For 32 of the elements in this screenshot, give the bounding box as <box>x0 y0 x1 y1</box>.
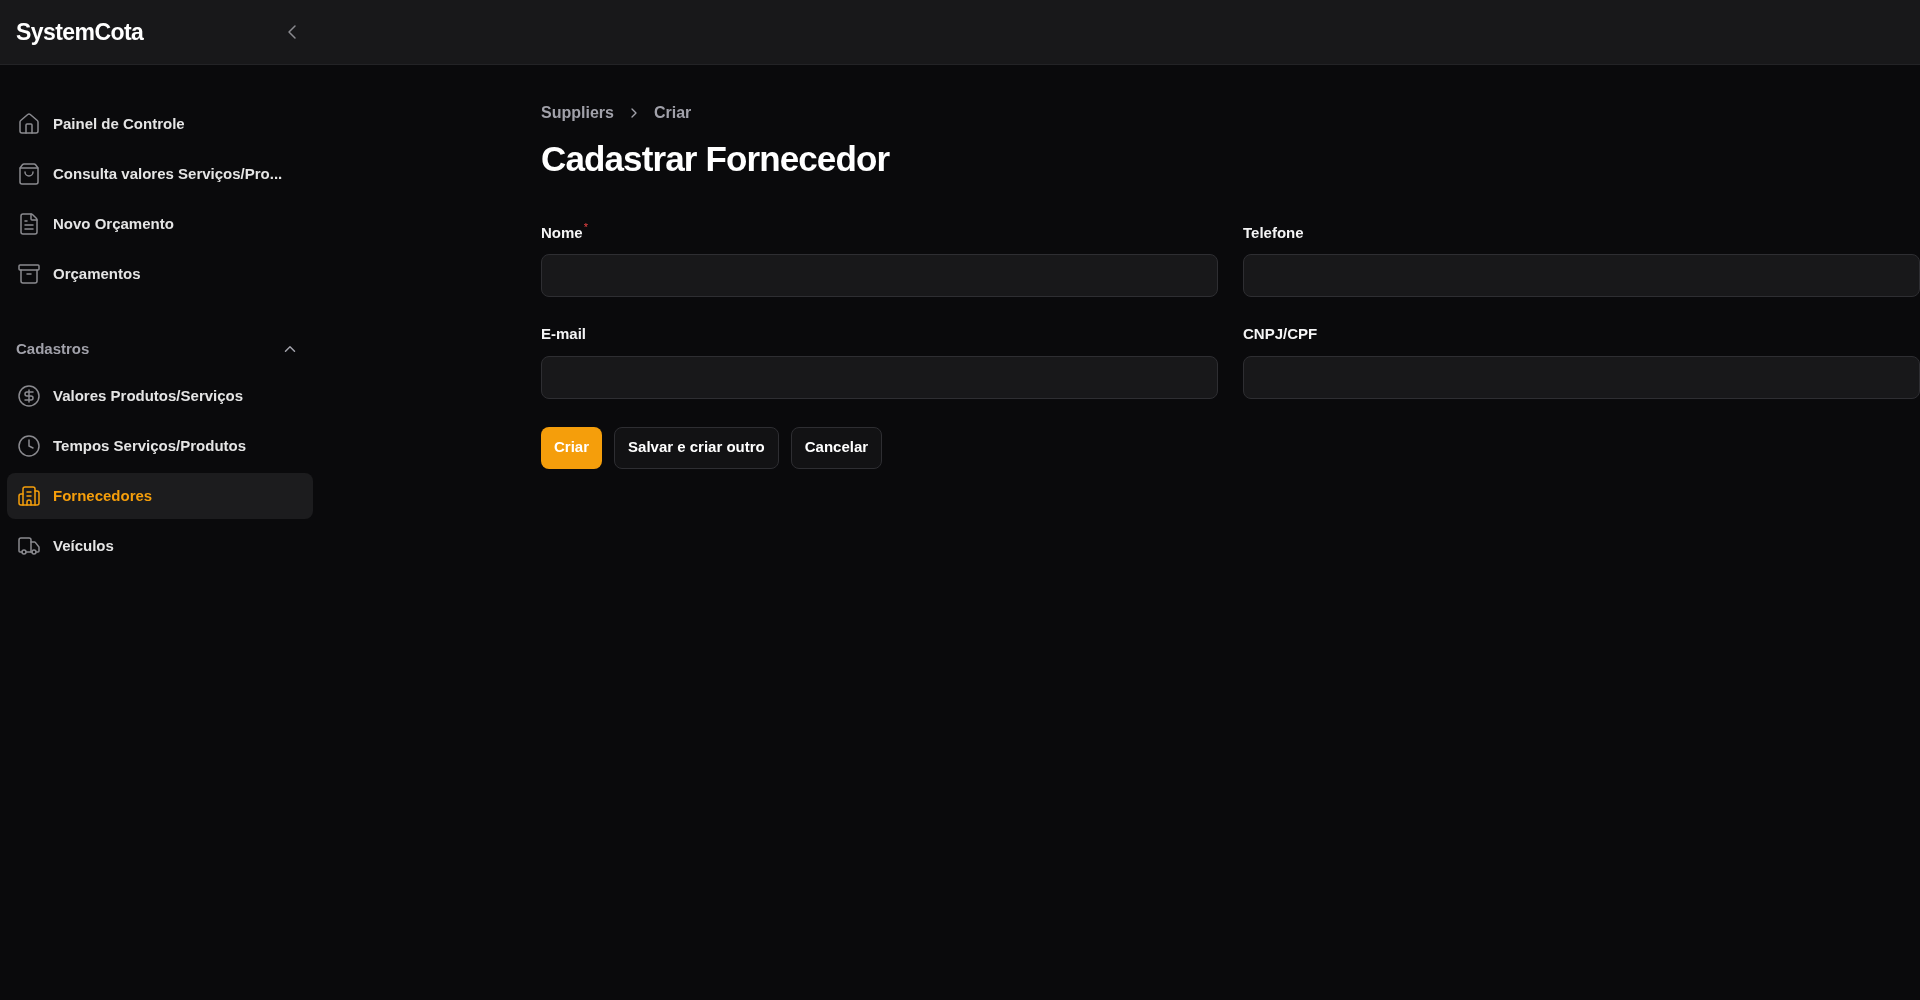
breadcrumb-link[interactable]: Criar <box>653 101 692 125</box>
input-field[interactable] <box>1243 254 1920 297</box>
home-icon <box>17 112 41 136</box>
sidebar-item[interactable]: Valores Produtos/Serviços <box>7 373 313 419</box>
sidebar-item[interactable]: Painel de Controle <box>7 101 313 147</box>
shopping-bag-icon <box>17 162 41 186</box>
archive-icon <box>17 262 41 286</box>
input-field[interactable] <box>1243 355 1920 399</box>
form-button[interactable]: Salvar e criar outro <box>614 426 779 469</box>
field-label: Telefone <box>1243 222 1304 243</box>
breadcrumb-link[interactable]: Suppliers <box>541 101 614 125</box>
sidebar-item[interactable]: Veículos <box>7 523 313 569</box>
page-title: Cadastrar Fornecedor <box>541 138 891 180</box>
sidebar-item[interactable]: Consulta valores Serviços/Pro... <box>7 151 313 197</box>
sidebar-item[interactable]: Orçamentos <box>7 251 313 297</box>
required-asterisk: * <box>583 221 588 233</box>
input-field[interactable] <box>541 254 1218 297</box>
document-icon <box>17 212 41 236</box>
sidebar-item[interactable]: Fornecedores <box>7 473 313 519</box>
field-label: CNPJ/CPF <box>1243 324 1318 344</box>
field-label: E-mail <box>541 324 586 344</box>
form-button[interactable]: Cancelar <box>790 426 883 469</box>
sidebar-group-header[interactable]: Cadastros <box>7 329 313 369</box>
clock-icon <box>17 434 41 458</box>
brand-logo: SystemCota <box>16 17 144 47</box>
dollar-icon <box>17 384 41 408</box>
sidebar-item[interactable]: Tempos Serviços/Produtos <box>7 423 313 469</box>
building-icon <box>17 484 41 508</box>
field-label: Nome <box>541 222 583 243</box>
truck-icon <box>17 534 41 558</box>
input-field[interactable] <box>541 355 1218 399</box>
sidebar-item[interactable]: Novo Orçamento <box>7 201 313 247</box>
